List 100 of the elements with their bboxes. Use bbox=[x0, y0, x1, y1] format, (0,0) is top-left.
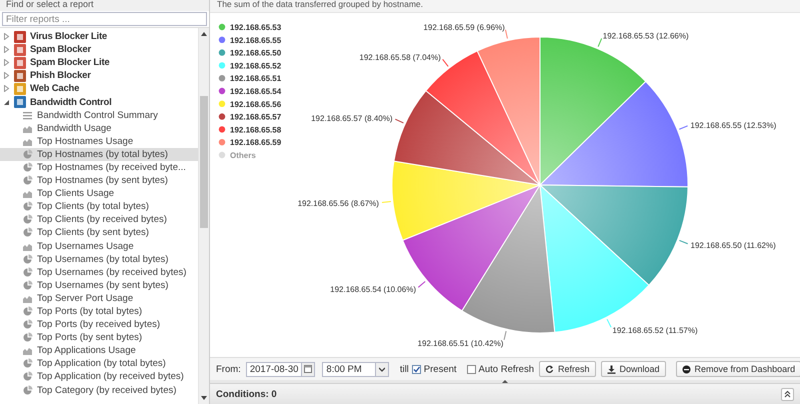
expand-arrow-icon[interactable] bbox=[3, 46, 10, 54]
report-item[interactable]: Top Applications Usage bbox=[0, 344, 198, 358]
collapse-arrow-icon[interactable] bbox=[3, 98, 10, 106]
checkbox[interactable] bbox=[466, 364, 476, 374]
pie-slice[interactable] bbox=[392, 160, 540, 241]
report-item[interactable]: Bandwidth Control Summary bbox=[0, 108, 198, 122]
date-field[interactable]: 2017-08-30 bbox=[246, 362, 316, 376]
report-item[interactable]: Top Hostnames (by sent bytes) bbox=[0, 174, 198, 188]
tree-node[interactable]: Phish Blocker bbox=[0, 69, 198, 82]
leader-line bbox=[598, 38, 602, 48]
list-icon bbox=[22, 110, 33, 121]
pie-slice[interactable] bbox=[476, 36, 540, 186]
leader-line bbox=[504, 330, 507, 340]
report-item[interactable]: Top Clients (by received bytes) bbox=[0, 213, 198, 226]
download-button[interactable]: Download bbox=[600, 361, 666, 377]
report-item[interactable]: Top Clients (by sent bytes) bbox=[0, 226, 198, 240]
from-label: From: bbox=[216, 364, 241, 374]
pie-chart-icon bbox=[22, 201, 33, 212]
legend-label[interactable]: 192.168.65.57 bbox=[230, 112, 282, 122]
scroll-up-icon bbox=[201, 31, 207, 36]
conditions-label: Conditions: 0 bbox=[216, 388, 277, 400]
legend-label[interactable]: 192.168.65.55 bbox=[230, 36, 282, 45]
slice-label: 192.168.65.53 (12.66%) bbox=[602, 32, 689, 41]
expand-button[interactable] bbox=[781, 388, 794, 400]
leader-line bbox=[678, 240, 688, 244]
pie-chart-icon bbox=[22, 266, 33, 278]
pie-chart-icon bbox=[22, 148, 33, 160]
legend-label[interactable]: 192.168.65.51 bbox=[230, 74, 282, 84]
report-item[interactable]: Top Hostnames Usage bbox=[0, 134, 198, 148]
tree-node[interactable]: Web Cache bbox=[0, 82, 198, 96]
tree-node[interactable]: Spam Blocker Lite bbox=[0, 56, 198, 70]
minus-circle-icon bbox=[682, 364, 691, 374]
panel-title: Find or select a report bbox=[0, 0, 209, 11]
report-item[interactable]: Top Usernames (by sent bytes) bbox=[0, 278, 198, 292]
report-item[interactable]: Top Server Port Usage bbox=[0, 292, 198, 305]
expand-arrow-icon[interactable] bbox=[3, 33, 10, 40]
filter-field[interactable]: Filter reports ... bbox=[2, 12, 207, 26]
report-item[interactable]: Top Hostnames (by total bytes) bbox=[0, 148, 198, 161]
report-item[interactable]: Top Ports (by sent bytes) bbox=[0, 331, 198, 344]
pie-chart-icon bbox=[22, 371, 33, 382]
expand-arrow-icon[interactable] bbox=[3, 72, 10, 80]
checkbox[interactable] bbox=[412, 364, 421, 374]
report-item[interactable]: Top Application (by total bytes) bbox=[0, 357, 198, 370]
slice-label: 192.168.65.57 (8.40%) bbox=[311, 114, 392, 123]
report-item[interactable]: Top Usernames Usage bbox=[0, 240, 198, 253]
legend-label[interactable]: 192.168.65.54 bbox=[230, 87, 282, 96]
pie-chart-icon bbox=[22, 384, 33, 396]
tree-node[interactable]: Bandwidth Control bbox=[0, 95, 198, 109]
report-item[interactable]: Top Clients Usage bbox=[0, 187, 198, 200]
legend-label[interactable]: 192.168.65.58 bbox=[230, 125, 282, 134]
pie-chart-icon bbox=[22, 214, 33, 226]
report-item[interactable]: Bandwidth Usage bbox=[0, 122, 198, 135]
remove-button[interactable]: Remove from Dashboard bbox=[676, 361, 800, 377]
caret-icon bbox=[378, 366, 385, 372]
leader-line bbox=[678, 125, 688, 130]
expand-arrow-icon[interactable] bbox=[3, 59, 10, 66]
double-chevron-up-icon bbox=[784, 390, 791, 398]
app-icon bbox=[14, 96, 26, 108]
report-item[interactable]: Top Application (by received bytes) bbox=[0, 370, 198, 384]
report-item[interactable]: Top Usernames (by total bytes) bbox=[0, 252, 198, 266]
pie-chart-icon bbox=[22, 162, 33, 173]
legend-label[interactable]: 192.168.65.59 bbox=[230, 138, 282, 148]
scrollbar[interactable] bbox=[198, 28, 209, 404]
app-icon bbox=[14, 30, 26, 43]
leader-line bbox=[381, 201, 392, 203]
refresh-button[interactable]: Refresh bbox=[539, 361, 596, 377]
pie-slice[interactable] bbox=[461, 184, 556, 334]
report-item[interactable]: Top Clients (by total bytes) bbox=[0, 200, 198, 214]
leader-line bbox=[442, 58, 449, 67]
pie-chart-icon bbox=[22, 175, 33, 186]
slice-label: 192.168.65.52 (11.57%) bbox=[612, 326, 698, 335]
app-icon bbox=[14, 56, 26, 69]
legend-label[interactable]: 192.168.65.56 bbox=[230, 100, 282, 109]
legend-label[interactable]: 192.168.65.52 bbox=[230, 61, 282, 70]
app-icon bbox=[14, 82, 26, 95]
time-field[interactable]: 8:00 PM bbox=[322, 362, 389, 376]
pie-slice[interactable] bbox=[393, 90, 540, 186]
app-icon bbox=[14, 44, 26, 56]
checkbox-label: Auto Refresh bbox=[478, 364, 534, 374]
legend-label[interactable]: 192.168.65.53 bbox=[230, 23, 282, 32]
report-item[interactable]: Top Usernames (by received bytes) bbox=[0, 266, 198, 279]
report-item[interactable]: Top Category (by received bytes) bbox=[0, 384, 198, 397]
report-item[interactable]: Top Ports (by total bytes) bbox=[0, 304, 198, 318]
area-chart-icon bbox=[22, 188, 33, 200]
area-chart-icon bbox=[22, 345, 33, 356]
pie-chart-icon bbox=[22, 227, 33, 238]
pie-chart-icon bbox=[22, 319, 33, 330]
leader-line bbox=[418, 281, 426, 288]
refresh-icon bbox=[545, 364, 554, 374]
slice-label: 192.168.65.58 (7.04%) bbox=[359, 52, 441, 62]
legend-label[interactable]: 192.168.65.50 bbox=[230, 48, 282, 58]
report-item[interactable]: Top Hostnames (by received byte... bbox=[0, 160, 198, 174]
tree-node[interactable]: Virus Blocker Lite bbox=[0, 30, 198, 44]
report-item[interactable]: Top Ports (by received bytes) bbox=[0, 318, 198, 332]
expand-arrow-icon[interactable] bbox=[3, 85, 10, 92]
pie-slice[interactable] bbox=[540, 184, 688, 286]
tree-node[interactable]: Spam Blocker bbox=[0, 43, 198, 56]
pie-slice[interactable] bbox=[540, 80, 688, 188]
calendar-icon bbox=[304, 365, 312, 373]
check-icon bbox=[412, 366, 420, 372]
